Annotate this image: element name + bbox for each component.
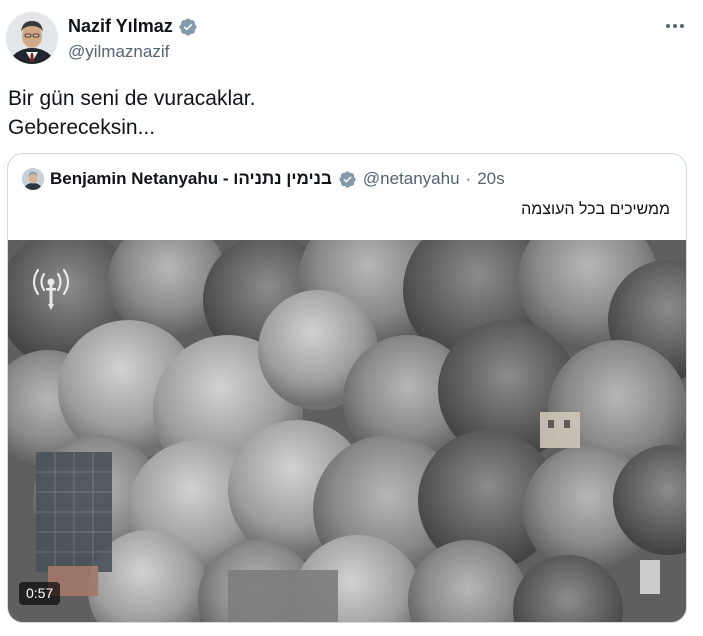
quoted-timestamp[interactable]: 20s xyxy=(477,169,504,189)
quoted-author-handle[interactable]: @netanyahu xyxy=(363,169,460,189)
more-options-button[interactable] xyxy=(663,14,687,38)
separator-dot: · xyxy=(465,169,472,188)
quoted-author-name[interactable]: Benjamin Netanyahu - בנימין נתניהו xyxy=(50,169,332,189)
video-duration-badge: 0:57 xyxy=(19,582,61,605)
tweet: Nazif Yılmaz @yilmaznazif Bir gün seni d… xyxy=(0,0,703,636)
quoted-tweet[interactable]: Benjamin Netanyahu - בנימין נתניהו @neta… xyxy=(7,153,687,623)
quoted-tweet-header: Benjamin Netanyahu - בנימין נתניהו @neta… xyxy=(22,168,505,190)
quoted-author-avatar[interactable] xyxy=(22,168,44,190)
author-name-row[interactable]: Nazif Yılmaz xyxy=(68,16,198,37)
verified-badge-icon xyxy=(178,17,198,37)
quoted-tweet-text: ממשיכים בכל העוצמה xyxy=(521,201,670,218)
tweet-text-line-2: Gebereceksin... xyxy=(8,116,156,139)
author-handle[interactable]: @yilmaznazif xyxy=(68,42,169,62)
video-player[interactable]: 0:57 xyxy=(8,240,686,622)
tweet-text-line-1: Bir gün seni de vuracaklar. xyxy=(8,87,256,110)
author-name[interactable]: Nazif Yılmaz xyxy=(68,16,173,37)
smoke-explosion-video xyxy=(8,240,686,622)
more-horizontal-icon xyxy=(666,24,684,28)
tweet-text: Bir gün seni de vuracaklar. Gebereceksin… xyxy=(8,84,255,142)
quoted-verified-badge-icon xyxy=(338,170,357,189)
author-avatar[interactable] xyxy=(6,12,58,64)
idf-logo-icon xyxy=(32,268,70,310)
